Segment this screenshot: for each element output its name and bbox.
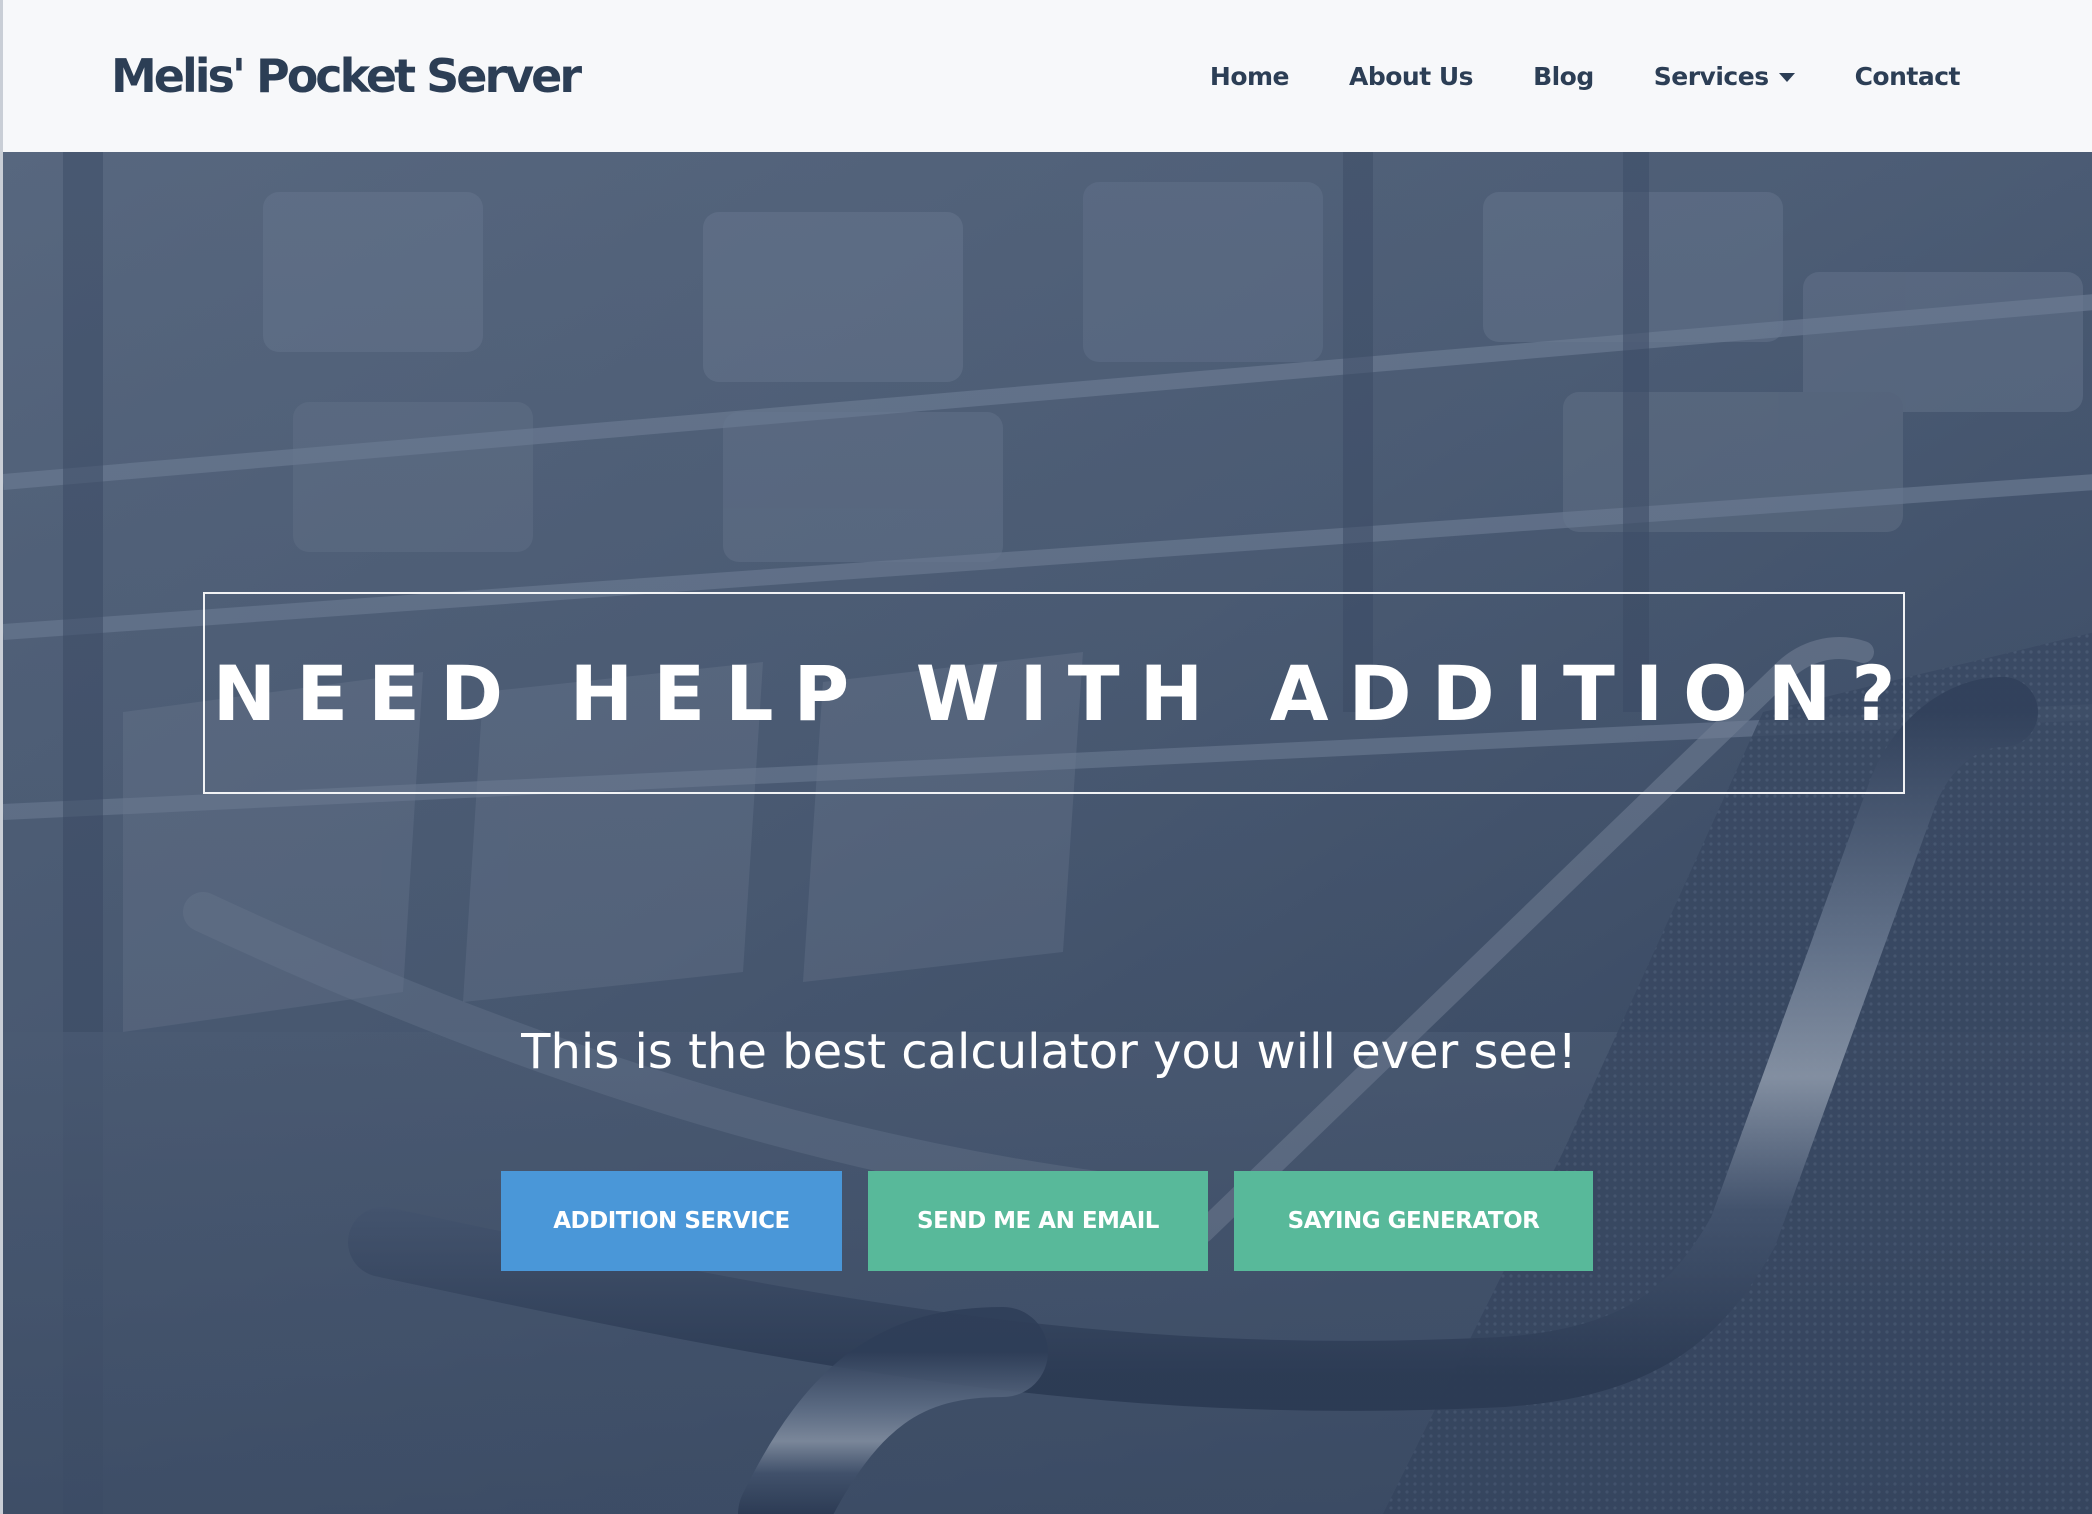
page: Melis' Pocket Server Home About Us Blog …: [0, 0, 2092, 1514]
nav-links: Home About Us Blog Services Contact: [1180, 61, 1961, 91]
caret-down-icon: [1778, 72, 1795, 82]
send-email-button[interactable]: SEND ME AN EMAIL: [868, 1171, 1208, 1271]
hero-section: NEED HELP WITH ADDITION? This is the bes…: [0, 152, 2092, 1514]
nav-home[interactable]: Home: [1180, 62, 1319, 91]
saying-generator-button[interactable]: SAYING GENERATOR: [1234, 1171, 1593, 1271]
nav-services-label: Services: [1653, 61, 1769, 91]
nav-blog-label: Blog: [1533, 61, 1594, 91]
hero-overlay: [3, 152, 2092, 1514]
hero-subtitle: This is the best calculator you will eve…: [521, 1024, 1577, 1080]
hero-buttons: ADDITION SERVICE SEND ME AN EMAIL SAYING…: [501, 1171, 1593, 1271]
nav-home-label: Home: [1209, 61, 1290, 91]
brand-logo[interactable]: Melis' Pocket Server: [111, 49, 582, 103]
nav-contact[interactable]: Contact: [1825, 61, 1961, 91]
addition-service-button[interactable]: ADDITION SERVICE: [501, 1171, 842, 1271]
nav-about-us[interactable]: About Us: [1319, 62, 1503, 91]
navbar: Melis' Pocket Server Home About Us Blog …: [0, 0, 2092, 152]
headline-frame: NEED HELP WITH ADDITION?: [203, 592, 1905, 794]
nav-blog[interactable]: Blog: [1503, 62, 1624, 91]
nav-about-us-label: About Us: [1349, 61, 1474, 91]
nav-contact-label: Contact: [1854, 61, 1961, 91]
nav-services-dropdown[interactable]: Services: [1624, 62, 1825, 91]
hero-headline: NEED HELP WITH ADDITION?: [212, 648, 1916, 738]
